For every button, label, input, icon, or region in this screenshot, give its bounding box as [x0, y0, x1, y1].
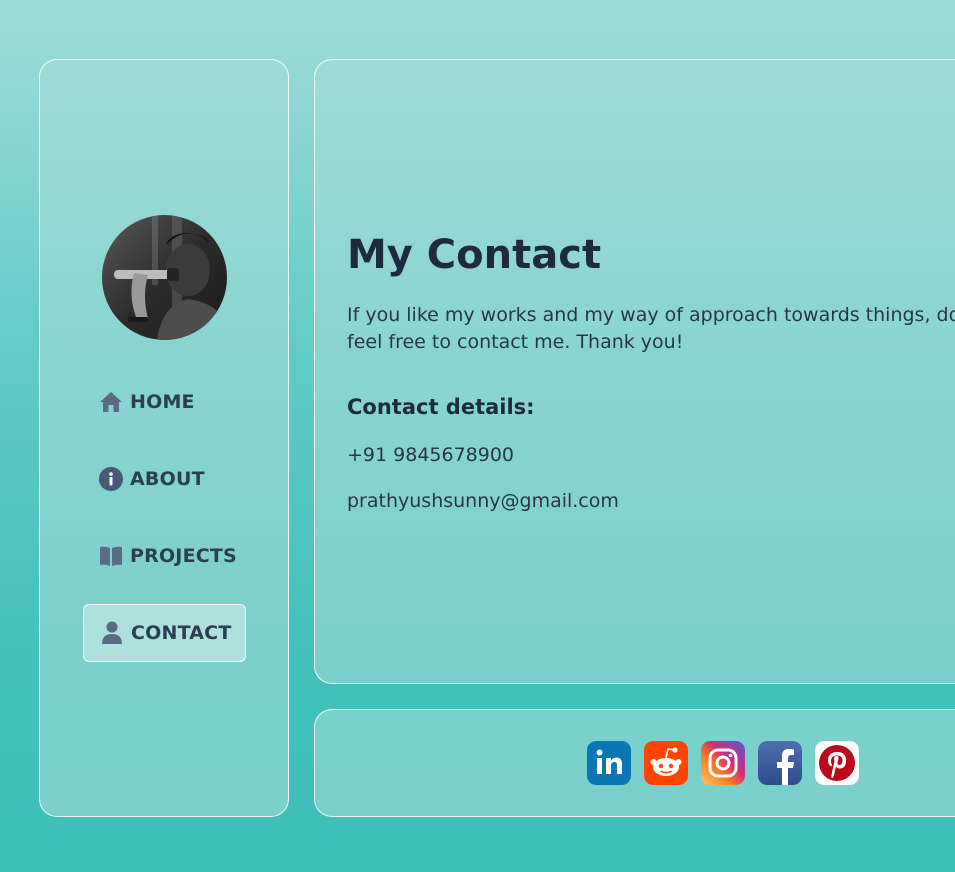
- nav-about[interactable]: ABOUT: [83, 450, 246, 508]
- social-footer: [314, 709, 955, 817]
- user-icon: [100, 621, 124, 645]
- nav-contact-label: CONTACT: [131, 622, 232, 644]
- info-icon: [99, 467, 123, 491]
- phone-number: +91 9845678900: [347, 444, 515, 466]
- instagram-icon[interactable]: [701, 741, 745, 785]
- home-icon: [99, 390, 123, 414]
- social-links: [587, 741, 859, 785]
- facebook-icon[interactable]: [758, 741, 802, 785]
- nav-about-label: ABOUT: [130, 468, 205, 490]
- nav-projects-label: PROJECTS: [130, 545, 237, 567]
- book-icon: [99, 544, 123, 568]
- nav-home[interactable]: HOME: [83, 373, 246, 431]
- nav-home-label: HOME: [130, 391, 195, 413]
- avatar: [102, 215, 227, 340]
- nav-projects[interactable]: PROJECTS: [83, 527, 246, 585]
- reddit-icon[interactable]: [644, 741, 688, 785]
- nav-contact[interactable]: CONTACT: [83, 604, 246, 662]
- contact-details-heading: Contact details:: [347, 395, 535, 419]
- email-address: prathyushsunny@gmail.com: [347, 490, 619, 512]
- contact-panel: My Contact If you like my works and my w…: [314, 59, 955, 684]
- sidebar: HOME ABOUT PROJECTS CONTACT: [39, 59, 289, 817]
- linkedin-icon[interactable]: [587, 741, 631, 785]
- intro-text: If you like my works and my way of appro…: [347, 304, 955, 353]
- page-title: My Contact: [347, 232, 602, 278]
- pinterest-icon[interactable]: [815, 741, 859, 785]
